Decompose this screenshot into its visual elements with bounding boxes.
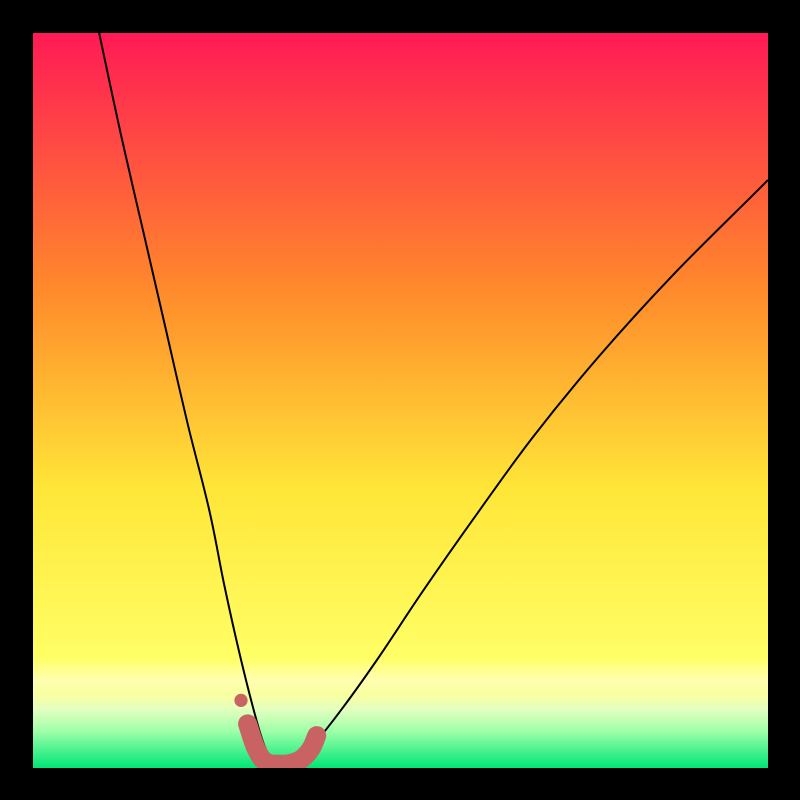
chart-frame-edge (0, 768, 800, 800)
bottleneck-chart (0, 0, 800, 800)
chart-frame-edge (0, 0, 33, 800)
plot-background (33, 33, 768, 768)
marker-dot (234, 694, 247, 707)
chart-frame-edge (0, 0, 800, 33)
chart-frame-edge (768, 0, 800, 800)
